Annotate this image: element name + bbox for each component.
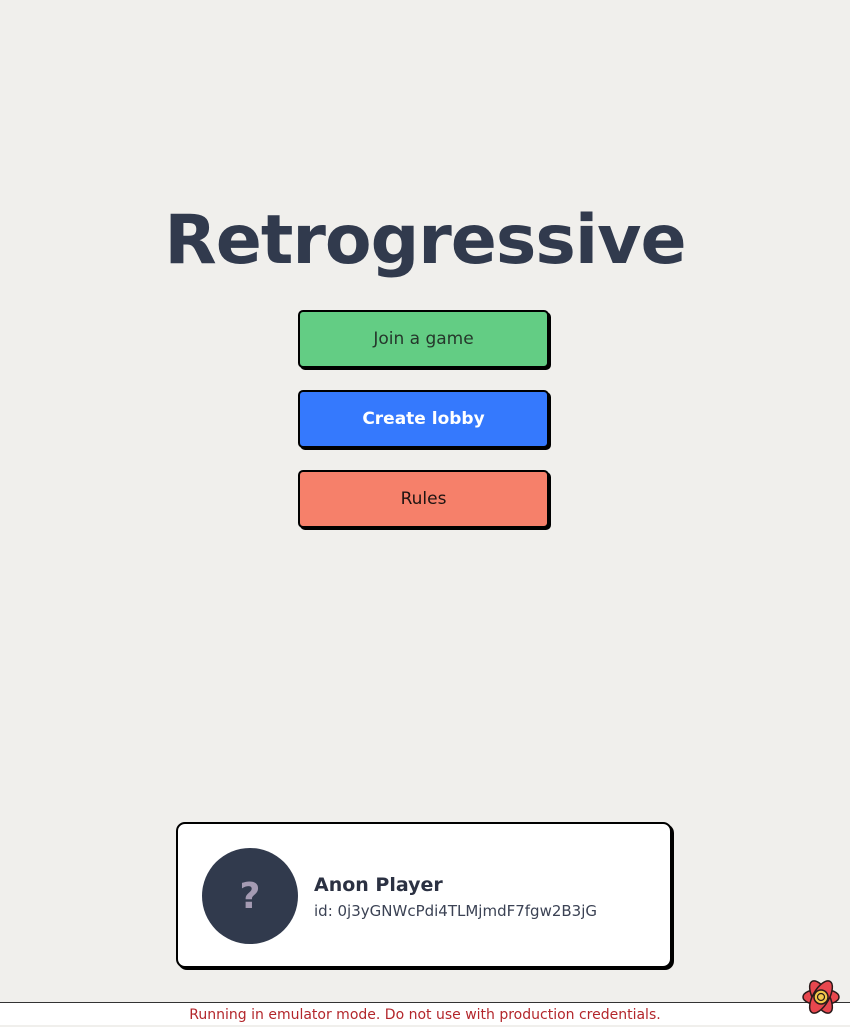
avatar: ?: [202, 848, 298, 944]
emulator-warning-banner: Running in emulator mode. Do not use wit…: [0, 1002, 850, 1025]
player-name: Anon Player: [314, 874, 443, 896]
emulator-icon[interactable]: [800, 976, 842, 1018]
app-title: Retrogressive: [164, 201, 686, 280]
question-mark-icon: ?: [239, 875, 261, 917]
player-id: id: 0j3yGNWcPdi4TLMjmdF7fgw2B3jG: [314, 902, 598, 920]
emulator-warning-text: Running in emulator mode. Do not use wit…: [189, 1007, 661, 1023]
join-game-button[interactable]: Join a game: [298, 310, 549, 368]
create-lobby-button[interactable]: Create lobby: [298, 390, 549, 448]
player-card: ? Anon Player id: 0j3yGNWcPdi4TLMjmdF7fg…: [176, 822, 672, 968]
rules-button[interactable]: Rules: [298, 470, 549, 528]
